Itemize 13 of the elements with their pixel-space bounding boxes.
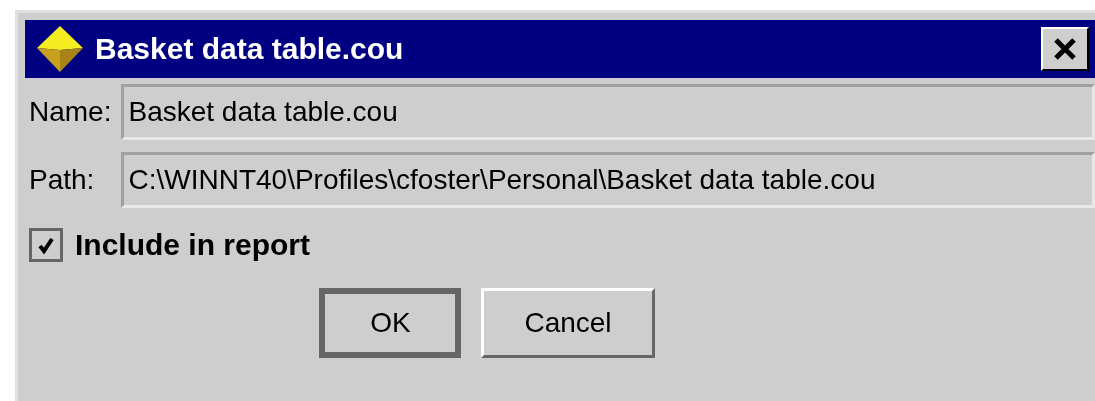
checkbox-label: Include in report xyxy=(75,228,311,262)
diamond-icon xyxy=(35,24,85,74)
close-button[interactable] xyxy=(1041,27,1089,71)
input-field[interactable]: Basket data table.cou xyxy=(121,84,1095,140)
field-label: Name: xyxy=(29,96,112,128)
checkmark-icon xyxy=(36,235,56,255)
cancel-button[interactable]: Cancel xyxy=(481,288,655,358)
checkbox[interactable] xyxy=(29,228,63,262)
field-label: Path: xyxy=(29,164,96,196)
close-icon xyxy=(1053,37,1077,61)
input-field[interactable]: C:\WINNT40\Profiles\cfoster\Personal\Basket data table.cou xyxy=(121,152,1095,208)
window-title: Basket data table.cou xyxy=(95,32,405,66)
ok-button[interactable]: OK xyxy=(319,288,462,358)
